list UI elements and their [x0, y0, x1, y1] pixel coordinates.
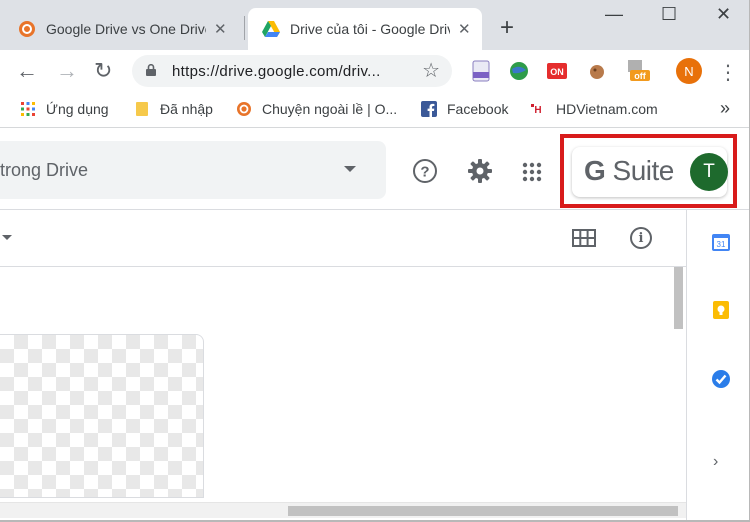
svg-text:off: off: [634, 71, 646, 81]
my-drive-dropdown-icon[interactable]: [2, 235, 12, 240]
svg-text:31: 31: [717, 240, 726, 249]
reload-button[interactable]: ↻: [94, 58, 112, 84]
help-glyph: ?: [420, 164, 429, 181]
tab-separator: [244, 16, 245, 40]
gsuite-account-chip[interactable]: G Suite T: [572, 147, 728, 197]
forward-button[interactable]: →: [56, 58, 78, 84]
pdf-extension-icon[interactable]: [470, 60, 492, 82]
hdvietnam-icon: H: [530, 103, 546, 116]
google-apps-icon[interactable]: [521, 161, 543, 183]
folder-icon: [136, 102, 148, 116]
address-bar[interactable]: https://drive.google.com/driv... ☆: [132, 55, 452, 87]
tab-strip: Google Drive vs One Drive ✕ Drive của tô…: [0, 0, 750, 50]
calendar-icon[interactable]: 31: [711, 232, 731, 252]
vertical-scrollbar-thumb[interactable]: [674, 267, 683, 329]
bookmark-label: HDVietnam.com: [556, 101, 658, 117]
browser-toolbar: ← → ↻ https://drive.google.com/driv... ☆…: [0, 50, 750, 92]
bookmark-imported[interactable]: Đã nhập: [134, 101, 213, 117]
tab-close-icon[interactable]: ✕: [214, 20, 227, 38]
tasks-icon[interactable]: [711, 369, 731, 389]
drive-search-bar[interactable]: trong Drive: [0, 141, 386, 199]
tab-close-icon[interactable]: ✕: [458, 20, 471, 38]
bookmark-facebook[interactable]: Facebook: [421, 101, 508, 117]
lock-icon: [146, 64, 156, 76]
search-options-dropdown-icon[interactable]: [344, 166, 356, 172]
tab-title: Drive của tôi - Google Drive: [290, 21, 450, 37]
url-text: https://drive.google.com/driv...: [172, 62, 381, 80]
google-drive-icon: [262, 21, 280, 37]
tab-drive-cua-toi[interactable]: Drive của tôi - Google Drive ✕: [248, 8, 482, 50]
bookmarks-bar: Ứng dụng Đã nhập Chuyện ngoài lề | O... …: [0, 92, 750, 128]
facebook-icon: [421, 101, 437, 117]
apps-grid-icon: [21, 102, 35, 116]
gsuite-highlight-box: G Suite T: [560, 134, 737, 208]
maximize-button[interactable]: ☐: [661, 4, 677, 25]
info-icon[interactable]: i: [630, 227, 652, 249]
cookie-extension-icon[interactable]: [586, 60, 608, 82]
gsuite-logo: G Suite: [584, 155, 674, 186]
expand-side-panel-icon[interactable]: ›: [713, 453, 718, 471]
tab-title: Google Drive vs One Drive: [46, 21, 206, 37]
horizontal-scrollbar-thumb[interactable]: [288, 506, 678, 516]
keep-icon[interactable]: [711, 300, 731, 320]
bookmark-hdvietnam[interactable]: H HDVietnam.com: [530, 101, 658, 117]
profile-avatar[interactable]: N: [676, 58, 702, 84]
bookmark-label: Đã nhập: [160, 101, 213, 117]
tab-google-drive-vs-one-drive[interactable]: Google Drive vs One Drive ✕: [18, 8, 240, 50]
drive-page: trong Drive ? G Suite T i 31 ›: [0, 129, 750, 522]
new-tab-button[interactable]: +: [500, 14, 514, 42]
minimize-button[interactable]: —: [605, 4, 623, 25]
circle-orange-icon: [237, 102, 251, 116]
header-divider: [0, 209, 750, 210]
bookmark-apps[interactable]: Ứng dụng: [20, 101, 109, 117]
browser-menu-icon[interactable]: ⋮: [718, 60, 738, 85]
bookmark-label: Facebook: [447, 101, 509, 117]
bookmarks-overflow-button[interactable]: »: [720, 98, 730, 119]
bookmark-star-icon[interactable]: ☆: [422, 58, 440, 83]
back-button[interactable]: ←: [16, 58, 38, 84]
side-panel: 31 ›: [686, 210, 750, 522]
close-window-button[interactable]: ✕: [716, 4, 731, 25]
horizontal-scrollbar[interactable]: [0, 502, 686, 518]
account-avatar[interactable]: T: [690, 153, 728, 191]
svg-text:H: H: [534, 105, 541, 116]
search-placeholder: trong Drive: [0, 160, 89, 180]
globe-extension-icon[interactable]: [508, 60, 530, 82]
help-icon[interactable]: ?: [412, 158, 438, 184]
bookmark-label: Chuyện ngoài lề | O...: [262, 101, 398, 117]
circle-orange-icon: [19, 21, 35, 37]
toolbar-divider: [0, 266, 686, 267]
bookmark-label: Ứng dụng: [46, 101, 109, 117]
grid-view-icon[interactable]: [572, 229, 596, 247]
settings-gear-icon[interactable]: [467, 158, 493, 184]
on-extension-icon[interactable]: ON: [546, 60, 568, 82]
file-thumbnail[interactable]: [0, 334, 204, 498]
off-extension-icon[interactable]: off: [624, 60, 652, 82]
svg-text:ON: ON: [550, 67, 564, 77]
bookmark-chuyen-ngoai-le[interactable]: Chuyện ngoài lề | O...: [236, 101, 397, 117]
